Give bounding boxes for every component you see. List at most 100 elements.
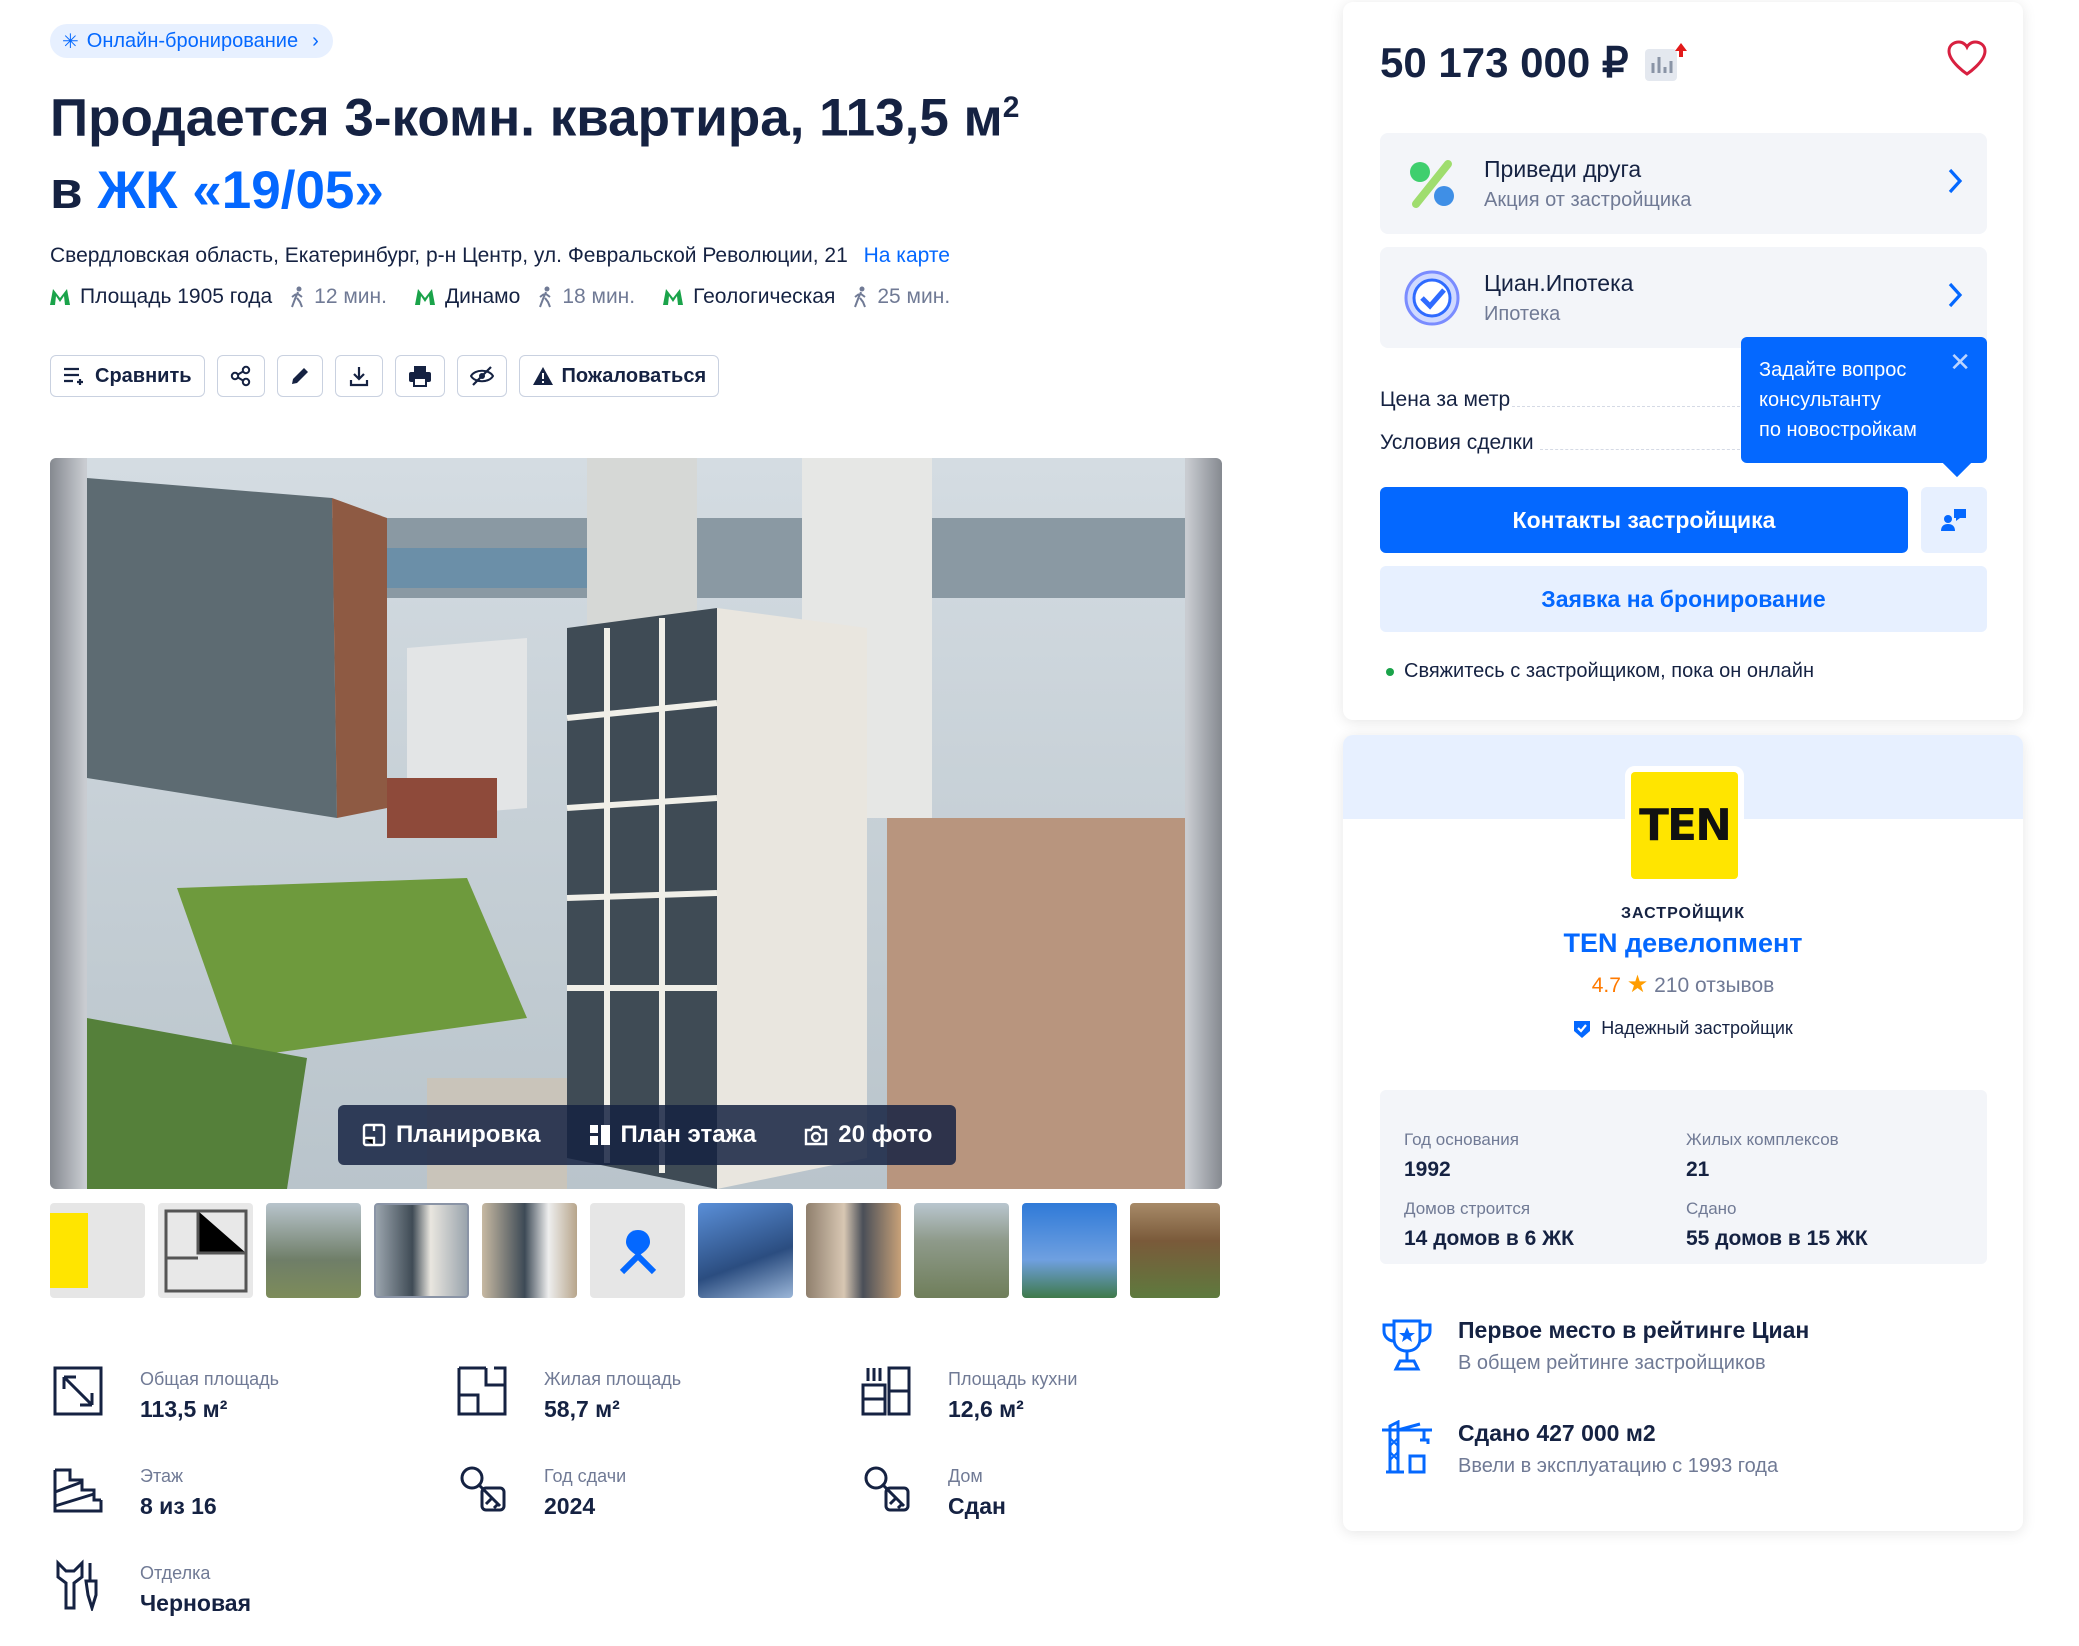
achievement-subtitle: Ввели в эксплуатацию с 1993 года <box>1458 1455 1779 1477</box>
photo-gallery[interactable] <box>50 458 1222 1189</box>
print-button[interactable] <box>394 355 445 397</box>
hide-button[interactable] <box>456 355 507 397</box>
online-dot-icon <box>1386 667 1394 676</box>
promo-title: Циан.Ипотека <box>1484 269 1634 296</box>
developer-name: TEN девелопмент <box>1563 928 1803 958</box>
metro-station[interactable]: Геологическая 25 мин. <box>663 285 950 309</box>
floor-plan-button[interactable]: План этажа <box>565 1105 781 1165</box>
thumbnail[interactable] <box>374 1203 469 1298</box>
deal-terms-label: Условия сделки <box>1380 431 1534 454</box>
chevron-right-icon: › <box>312 29 319 52</box>
layout-icon <box>362 1123 386 1147</box>
feature-completion-year: Год сдачи 2024 <box>456 1462 626 1520</box>
achievement-title: Первое место в рейтинге Циан <box>1458 1317 1810 1343</box>
price-history-icon[interactable] <box>1643 41 1689 85</box>
developer-rating[interactable]: 4.7 ★ 210 отзывов <box>1343 970 2023 999</box>
feature-finishing: Отделка Черновая <box>52 1559 251 1617</box>
promo-subtitle: Ипотека <box>1484 302 1561 325</box>
walking-icon <box>854 286 867 308</box>
reviews-count: 210 отзывов <box>1654 974 1775 997</box>
title-sup: 2 <box>1002 91 1020 124</box>
developer-name-link[interactable]: TEN девелопмент <box>1343 928 2023 959</box>
stat-label: Сдано <box>1686 1199 1737 1218</box>
feature-value: 8 из 16 <box>140 1493 217 1519</box>
title-text: Продается 3-комн. квартира, 113,5 м <box>50 88 1003 148</box>
achievement-subtitle: В общем рейтинге застройщиков <box>1458 1352 1766 1374</box>
chevron-right-icon <box>1948 282 1963 308</box>
trophy-icon <box>1382 1319 1432 1371</box>
walk-time: 25 мин. <box>853 285 950 309</box>
developer-label: ЗАСТРОЙЩИК <box>1620 905 1746 922</box>
online-booking-badge[interactable]: ✳ Онлайн-бронирование › <box>50 24 333 58</box>
walking-icon <box>539 286 552 308</box>
stat-under-construction: Домов строится 14 домов в 6 ЖК <box>1404 1199 1574 1251</box>
price-value: 50 173 000 ₽ <box>1380 39 1629 86</box>
mortgage-check-icon <box>1404 270 1460 325</box>
stat-label: Домов строится <box>1404 1199 1531 1218</box>
dotted-divider <box>1512 406 1740 407</box>
feature-label: Жилая площадь <box>544 1369 682 1389</box>
chat-button[interactable] <box>1921 487 1987 553</box>
dotted-divider <box>1540 449 1740 450</box>
report-button[interactable]: Пожаловаться <box>518 355 720 397</box>
stat-value: 21 <box>1686 1158 1710 1181</box>
thumbnail[interactable] <box>158 1203 253 1298</box>
map-pin-icon <box>619 1229 656 1274</box>
metro-icon <box>50 289 70 305</box>
metro-station[interactable]: Динамо 18 мин. <box>414 285 635 309</box>
thumbnail[interactable] <box>50 1203 145 1298</box>
feature-value: 58,7 м² <box>544 1396 620 1422</box>
walk-time: 18 мин. <box>538 285 635 309</box>
walk-time-text: 18 мин. <box>562 285 636 308</box>
stat-label: Год основания <box>1404 1130 1519 1149</box>
reliable-text: Надежный застройщик <box>1601 1018 1793 1038</box>
main-photo <box>87 458 1185 1189</box>
feature-label: Площадь кухни <box>948 1369 1078 1389</box>
tooltip-text: Задайте вопрос <box>1759 359 1907 381</box>
stat-value: 1992 <box>1404 1158 1451 1181</box>
developer-logo[interactable]: TEN <box>1631 772 1738 879</box>
floor-plan-label: План этажа <box>620 1121 757 1148</box>
verified-shield-icon <box>1574 1020 1591 1038</box>
thumbnail[interactable] <box>698 1203 793 1298</box>
thumbnail[interactable] <box>266 1203 361 1298</box>
online-note: Свяжитесь с застройщиком, пока он онлайн <box>1386 660 1814 683</box>
price: 50 173 000 ₽ <box>1380 38 1689 87</box>
promo-bring-friend[interactable]: Приведи друга Акция от застройщика <box>1380 133 1987 234</box>
edit-button[interactable] <box>276 355 323 397</box>
percent-icon <box>1410 159 1454 208</box>
thumbnail[interactable] <box>806 1203 901 1298</box>
promo-mortgage[interactable]: Циан.Ипотека Ипотека <box>1380 247 1987 348</box>
thumbnail[interactable] <box>590 1203 685 1298</box>
download-button[interactable] <box>334 355 383 397</box>
stat-complexes: Жилых комплексов 21 <box>1686 1130 1839 1182</box>
chevron-right-icon <box>1948 168 1963 194</box>
feature-label: Год сдачи <box>544 1466 627 1486</box>
favorite-heart-icon[interactable] <box>1947 40 1987 76</box>
photos-label: 20 фото <box>838 1121 933 1148</box>
thumbnail[interactable] <box>1022 1203 1117 1298</box>
compare-label: Сравнить <box>95 364 192 387</box>
compare-button[interactable]: Сравнить <box>50 355 205 397</box>
rating-value: 4.7 <box>1591 974 1621 997</box>
metro-station[interactable]: Площадь 1905 года 12 мин. <box>50 285 387 309</box>
online-booking-label: Онлайн-бронирование <box>86 29 299 52</box>
reliable-developer: Надежный застройщик <box>1343 1018 2023 1039</box>
contacts-button[interactable]: Контакты застройщика <box>1380 487 1908 553</box>
address: Свердловская область, Екатеринбург, р-н … <box>50 244 950 268</box>
report-label: Пожаловаться <box>561 364 707 387</box>
close-icon[interactable]: ✕ <box>1949 347 1971 377</box>
living-area-icon <box>457 1366 507 1416</box>
share-button[interactable] <box>216 355 265 397</box>
promo-subtitle: Акция от застройщика <box>1484 188 1692 211</box>
thumbnail[interactable] <box>914 1203 1009 1298</box>
feature-kitchen-area: Площадь кухни 12,6 м² <box>860 1365 1077 1423</box>
photos-button[interactable]: 20 фото <box>780 1105 956 1165</box>
compare-icon <box>64 367 83 385</box>
layout-button[interactable]: Планировка <box>338 1105 565 1165</box>
booking-request-button[interactable]: Заявка на бронирование <box>1380 566 1987 632</box>
map-link[interactable]: На карте <box>864 244 950 267</box>
thumbnail[interactable] <box>482 1203 577 1298</box>
complex-link[interactable]: ЖК «19/05» <box>97 161 384 220</box>
thumbnail[interactable] <box>1130 1203 1220 1298</box>
